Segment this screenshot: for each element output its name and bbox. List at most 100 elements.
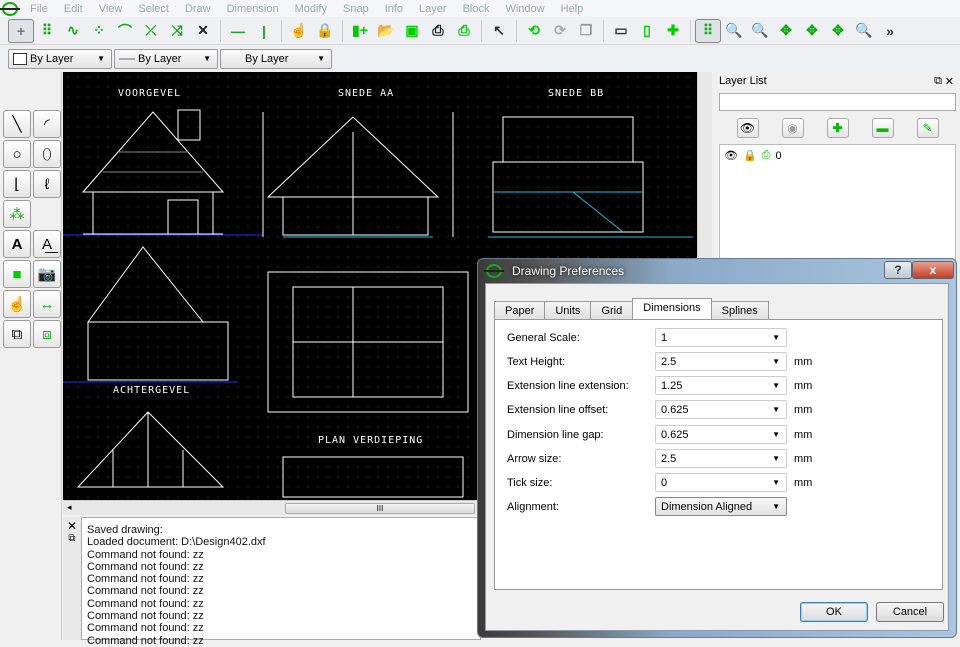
- pen-width-select[interactable]: By Layer ▼: [114, 48, 218, 69]
- float-icon[interactable]: ⧉: [934, 75, 942, 88]
- menu-select[interactable]: Select: [130, 3, 177, 15]
- ok-button[interactable]: OK: [800, 602, 868, 622]
- menu-modify[interactable]: Modify: [287, 3, 335, 15]
- circle-tool-icon[interactable]: ○: [3, 140, 31, 168]
- snap-free-icon[interactable]: +: [8, 18, 34, 43]
- snap-middle-icon[interactable]: ⤫: [138, 19, 164, 43]
- spline-tool-icon[interactable]: ℓ: [33, 170, 61, 198]
- remove-layer-icon[interactable]: ▬: [871, 118, 894, 138]
- save-icon[interactable]: ▣: [399, 19, 425, 43]
- close-icon[interactable]: ✕: [63, 519, 81, 533]
- dimension-line-gap-combo[interactable]: 0.625 ▼: [655, 425, 787, 444]
- print-layer-icon[interactable]: ⎙: [762, 149, 771, 162]
- cut-icon[interactable]: ▭: [608, 19, 634, 43]
- text-tool-icon[interactable]: A: [3, 230, 31, 258]
- pen-color-select[interactable]: By Layer ▼: [8, 48, 112, 69]
- zoom-window-icon[interactable]: 🔍: [747, 19, 773, 43]
- field-label: Text Height:: [507, 355, 566, 368]
- open-folder-icon[interactable]: 📂: [373, 19, 399, 43]
- snap-distance-icon[interactable]: ⤨: [164, 19, 190, 43]
- menu-draw[interactable]: Draw: [177, 3, 219, 15]
- block-tool-icon[interactable]: ⧉: [3, 320, 31, 348]
- snap-on-entity-icon[interactable]: ⁘: [86, 19, 112, 43]
- snap-center-icon[interactable]: ⌒: [112, 19, 138, 43]
- tab-splines[interactable]: Splines: [710, 301, 769, 319]
- lock-relative-zero-icon[interactable]: 🔒: [312, 19, 338, 43]
- pen-type-select[interactable]: By Layer ▼: [220, 48, 332, 69]
- menu-info[interactable]: Info: [377, 3, 411, 15]
- measure-tool-icon[interactable]: ↔: [33, 290, 61, 318]
- snap-intersection-icon[interactable]: ✕: [190, 19, 216, 43]
- print-icon[interactable]: ⎙: [425, 19, 451, 43]
- select-tool-icon[interactable]: ⧈: [33, 320, 61, 348]
- polyline-tool-icon[interactable]: ⌊: [3, 170, 31, 198]
- help-button[interactable]: ?: [884, 261, 912, 279]
- layer-row[interactable]: 👁 🔒 ⎙ 0: [724, 149, 951, 162]
- visible-eye-icon[interactable]: 👁: [724, 149, 738, 162]
- add-layer-icon[interactable]: ✚: [826, 118, 849, 138]
- zoom-in-icon[interactable]: ✥: [773, 19, 799, 43]
- point-tool-icon[interactable]: ⁂: [3, 200, 31, 228]
- dimension-tool-icon[interactable]: A͟: [33, 230, 61, 258]
- extension-line-extension-combo[interactable]: 1.25 ▼: [655, 376, 787, 395]
- menu-dimension[interactable]: Dimension: [219, 3, 287, 15]
- tab-dimensions[interactable]: Dimensions: [632, 298, 712, 319]
- tick-size-combo[interactable]: 0 ▼: [655, 473, 787, 492]
- horizontal-scroll-thumb[interactable]: III: [285, 503, 475, 514]
- undo-icon[interactable]: ⟲: [521, 19, 547, 43]
- tab-paper[interactable]: Paper: [494, 301, 546, 319]
- modify-tool-icon[interactable]: ☝: [3, 290, 31, 318]
- new-file-icon[interactable]: ▮+: [347, 19, 373, 43]
- unit-label: mm: [794, 379, 813, 392]
- menu-snap[interactable]: Snap: [335, 3, 377, 15]
- line-tool-icon[interactable]: ╲: [3, 110, 31, 138]
- relative-zero-icon[interactable]: ☝: [286, 19, 312, 43]
- arc-tool-icon[interactable]: ◜: [33, 110, 61, 138]
- menu-window[interactable]: Window: [497, 3, 552, 15]
- arrow-size-combo[interactable]: 2.5 ▼: [655, 449, 787, 468]
- snap-endpoint-icon[interactable]: ∿: [60, 19, 86, 43]
- image-tool-icon[interactable]: 📷: [33, 260, 61, 288]
- menu-block[interactable]: Block: [455, 3, 498, 15]
- zoom-icon[interactable]: 🔍: [721, 19, 747, 43]
- edit-layer-icon[interactable]: ✎: [916, 118, 939, 138]
- redo-icon[interactable]: ⟳: [547, 19, 573, 43]
- grid-toggle-icon[interactable]: ⠿: [695, 18, 721, 43]
- hatch-tool-icon[interactable]: ■: [3, 260, 31, 288]
- close-button[interactable]: x: [912, 261, 954, 279]
- cancel-button[interactable]: Cancel: [876, 602, 944, 622]
- float-icon[interactable]: ⧉: [63, 533, 81, 544]
- menu-edit[interactable]: Edit: [56, 3, 91, 15]
- copy-icon[interactable]: ❐: [573, 19, 599, 43]
- text-height-combo[interactable]: 2.5 ▼: [655, 352, 787, 371]
- restrict-horizontal-icon[interactable]: —: [225, 19, 251, 43]
- dialog-title: Drawing Preferences: [512, 264, 625, 278]
- toolbar-overflow-icon[interactable]: »: [877, 19, 903, 43]
- hide-all-layers-icon[interactable]: ◉: [781, 118, 804, 138]
- show-all-layers-icon[interactable]: 👁: [736, 118, 759, 138]
- layer-filter-input[interactable]: [719, 93, 956, 111]
- menu-help[interactable]: Help: [553, 3, 592, 15]
- zoom-auto-icon[interactable]: ✥: [825, 19, 851, 43]
- close-icon[interactable]: ✕: [945, 75, 954, 88]
- menu-layer[interactable]: Layer: [411, 3, 455, 15]
- lock-icon[interactable]: 🔒: [743, 149, 757, 162]
- extension-line-offset-combo[interactable]: 0.625 ▼: [655, 400, 787, 419]
- print-preview-icon[interactable]: ⎙: [451, 19, 477, 43]
- pen-toolbar: By Layer ▼ By Layer ▼ By Layer ▼: [0, 45, 960, 72]
- menu-view[interactable]: View: [91, 3, 131, 15]
- menu-file[interactable]: File: [22, 3, 56, 15]
- alignment-select[interactable]: Dimension Aligned ▼: [655, 497, 787, 516]
- zoom-previous-icon[interactable]: 🔍: [851, 19, 877, 43]
- paste-icon[interactable]: ▯: [634, 19, 660, 43]
- block-insert-icon[interactable]: ✚: [660, 19, 686, 43]
- scroll-left-icon[interactable]: ◂: [67, 502, 72, 513]
- general-scale-combo[interactable]: 1 ▼: [655, 328, 787, 347]
- ellipse-tool-icon[interactable]: ⬯: [33, 140, 61, 168]
- zoom-out-icon[interactable]: ✥: [799, 19, 825, 43]
- select-pointer-icon[interactable]: ↖: [486, 19, 512, 43]
- snap-grid-icon[interactable]: ⠿: [34, 19, 60, 43]
- tab-units[interactable]: Units: [544, 301, 592, 319]
- tab-grid[interactable]: Grid: [590, 301, 634, 319]
- restrict-vertical-icon[interactable]: |: [251, 19, 277, 43]
